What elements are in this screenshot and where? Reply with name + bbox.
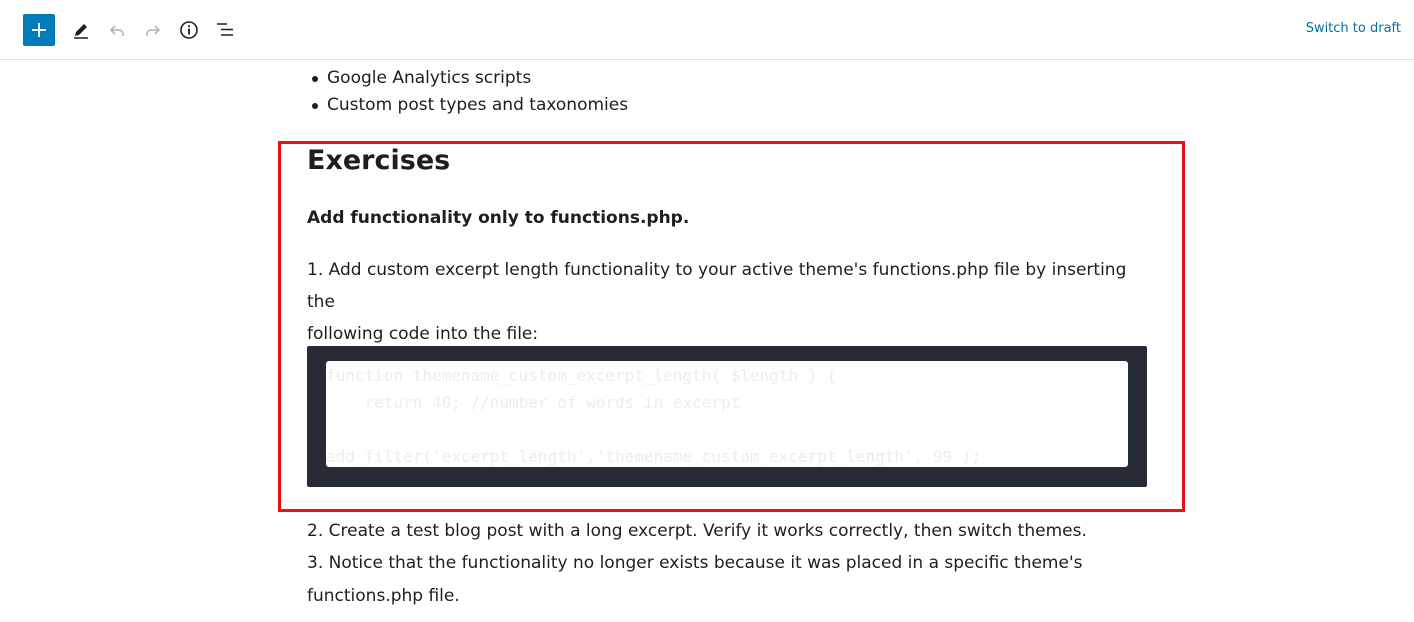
paragraph-line: following code into the file: [307, 324, 539, 344]
plus-icon [32, 23, 46, 37]
list-item[interactable]: Google Analytics scripts [307, 65, 628, 92]
exercise-step-3-line[interactable]: functions.php file. [307, 580, 460, 612]
code-line: add_filter('excerpt_length','themename_c… [326, 447, 982, 466]
exercise-step-3-line[interactable]: 3. Notice that the functionality no long… [307, 547, 1082, 579]
code-editor-area[interactable]: function themename_custom_excerpt_length… [326, 361, 1128, 467]
pencil-icon [74, 24, 88, 39]
exercises-heading[interactable]: Exercises [307, 143, 450, 179]
list-item[interactable]: Custom post types and taxonomies [307, 92, 628, 119]
details-button[interactable] [174, 15, 204, 45]
exercise-paragraph-1[interactable]: 1. Add custom excerpt length functionali… [307, 254, 1137, 350]
info-icon [180, 21, 198, 39]
exercises-subheading[interactable]: Add functionality only to functions.php. [307, 206, 689, 230]
bullet-list: Google Analytics scripts Custom post typ… [307, 65, 628, 119]
list-view-button[interactable] [210, 15, 240, 45]
code-block[interactable]: function themename_custom_excerpt_length… [307, 346, 1147, 487]
exercise-step-2[interactable]: 2. Create a test blog post with a long e… [307, 515, 1087, 547]
redo-button[interactable] [138, 15, 168, 45]
editor-canvas: Google Analytics scripts Custom post typ… [0, 61, 1414, 622]
tools-button[interactable] [66, 15, 96, 45]
paragraph-line: 1. Add custom excerpt length functionali… [307, 260, 1127, 312]
undo-icon [109, 25, 124, 36]
code-line: return 40; //number of words in excerpt [326, 393, 741, 412]
code-line: function themename_custom_excerpt_length… [326, 366, 837, 385]
switch-to-draft-button[interactable]: Switch to draft [1306, 21, 1401, 36]
undo-button[interactable] [102, 15, 132, 45]
redo-icon [146, 25, 161, 36]
editor-toolbar: Switch to draft [0, 0, 1414, 60]
list-view-icon [217, 23, 233, 36]
add-block-button[interactable] [23, 14, 55, 46]
